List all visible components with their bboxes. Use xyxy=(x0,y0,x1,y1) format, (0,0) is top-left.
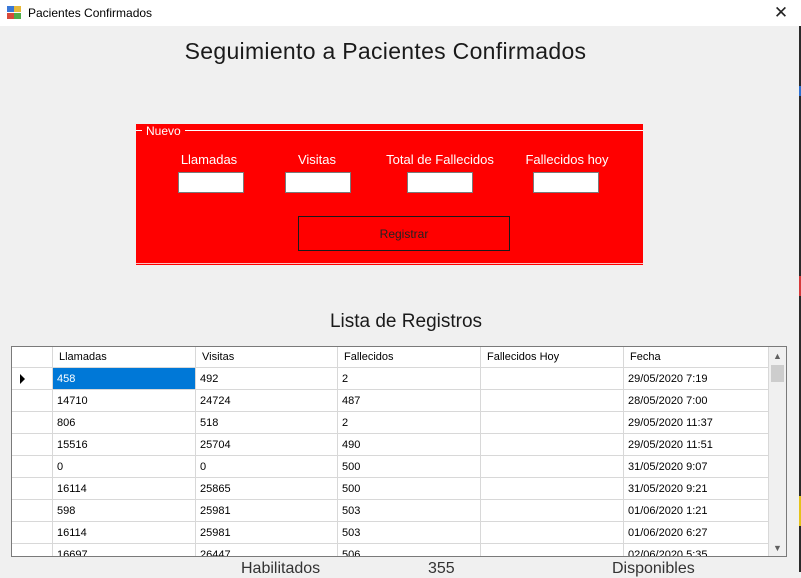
table-cell[interactable]: 29/05/2020 11:51 xyxy=(624,434,769,456)
register-button[interactable]: Registrar xyxy=(298,216,510,251)
list-title: Lista de Registros xyxy=(329,311,483,332)
column-header[interactable]: Fecha xyxy=(624,347,769,368)
table-cell[interactable]: 31/05/2020 9:21 xyxy=(624,478,769,500)
table-cell[interactable]: 503 xyxy=(338,522,481,544)
row-header[interactable] xyxy=(12,544,53,556)
table-cell[interactable]: 458 xyxy=(53,368,196,390)
column-header[interactable]: Fallecidos Hoy xyxy=(481,347,624,368)
scroll-down-icon[interactable]: ▼ xyxy=(769,539,786,556)
row-header[interactable] xyxy=(12,456,53,478)
row-header[interactable] xyxy=(12,368,53,390)
title-bar: Pacientes Confirmados ✕ xyxy=(0,0,801,26)
table-cell[interactable]: 01/06/2020 1:21 xyxy=(624,500,769,522)
table-cell[interactable] xyxy=(481,412,624,434)
row-header[interactable] xyxy=(12,522,53,544)
new-entry-group: Nuevo Llamadas Visitas Total de Fallecid… xyxy=(136,124,643,265)
records-grid[interactable]: Llamadas Visitas Fallecidos Fallecidos H… xyxy=(11,346,787,557)
table-cell[interactable] xyxy=(481,522,624,544)
table-cell[interactable] xyxy=(481,500,624,522)
table-cell[interactable]: 25981 xyxy=(196,522,338,544)
table-cell[interactable] xyxy=(481,368,624,390)
row-header[interactable] xyxy=(12,478,53,500)
table-cell[interactable]: 14710 xyxy=(53,390,196,412)
behind-label-habilitados: Habilitados xyxy=(241,560,321,577)
table-cell[interactable]: 15516 xyxy=(53,434,196,456)
row-pointer-icon xyxy=(20,374,25,384)
table-cell[interactable]: 24724 xyxy=(196,390,338,412)
table-cell[interactable] xyxy=(481,390,624,412)
table-cell[interactable]: 503 xyxy=(338,500,481,522)
llamadas-label: Llamadas xyxy=(180,152,238,167)
table-cell[interactable]: 492 xyxy=(196,368,338,390)
table-cell[interactable] xyxy=(481,456,624,478)
table-cell[interactable]: 0 xyxy=(196,456,338,478)
table-cell[interactable]: 500 xyxy=(338,478,481,500)
table-cell[interactable]: 2 xyxy=(338,412,481,434)
table-cell[interactable]: 29/05/2020 7:19 xyxy=(624,368,769,390)
group-legend: Nuevo xyxy=(142,124,185,138)
header-corner xyxy=(12,347,53,368)
llamadas-input[interactable] xyxy=(178,172,244,193)
table-cell[interactable] xyxy=(481,544,624,556)
window-title: Pacientes Confirmados xyxy=(28,6,153,20)
vertical-scrollbar[interactable]: ▲ ▼ xyxy=(769,347,786,556)
table-cell[interactable]: 25865 xyxy=(196,478,338,500)
behind-value: 355 xyxy=(428,560,455,577)
table-cell[interactable]: 487 xyxy=(338,390,481,412)
table-cell[interactable] xyxy=(481,478,624,500)
fallecidos-hoy-label: Fallecidos hoy xyxy=(525,152,609,167)
table-cell[interactable]: 02/06/2020 5:35 xyxy=(624,544,769,556)
total-fallecidos-input[interactable] xyxy=(407,172,473,193)
table-cell[interactable]: 0 xyxy=(53,456,196,478)
table-cell[interactable]: 490 xyxy=(338,434,481,456)
table-cell[interactable]: 25704 xyxy=(196,434,338,456)
table-cell[interactable]: 16697 xyxy=(53,544,196,556)
table-cell[interactable]: 01/06/2020 6:27 xyxy=(624,522,769,544)
table-cell[interactable]: 518 xyxy=(196,412,338,434)
page-title: Seguimiento a Pacientes Confirmados xyxy=(184,38,587,64)
table-cell[interactable]: 506 xyxy=(338,544,481,556)
table-cell[interactable]: 598 xyxy=(53,500,196,522)
scroll-up-icon[interactable]: ▲ xyxy=(769,347,786,364)
row-header[interactable] xyxy=(12,390,53,412)
table-cell[interactable]: 25981 xyxy=(196,500,338,522)
table-cell[interactable] xyxy=(481,434,624,456)
table-cell[interactable]: 29/05/2020 11:37 xyxy=(624,412,769,434)
row-header[interactable] xyxy=(12,434,53,456)
column-header[interactable]: Llamadas xyxy=(53,347,196,368)
table-cell[interactable]: 2 xyxy=(338,368,481,390)
close-icon[interactable]: ✕ xyxy=(761,0,801,26)
table-cell[interactable]: 16114 xyxy=(53,522,196,544)
table-cell[interactable]: 806 xyxy=(53,412,196,434)
visitas-input[interactable] xyxy=(285,172,351,193)
table-cell[interactable]: 28/05/2020 7:00 xyxy=(624,390,769,412)
table-cell[interactable]: 31/05/2020 9:07 xyxy=(624,456,769,478)
behind-label-disponibles: Disponibles xyxy=(612,560,695,577)
row-header[interactable] xyxy=(12,412,53,434)
column-header[interactable]: Visitas xyxy=(196,347,338,368)
column-header[interactable]: Fallecidos xyxy=(338,347,481,368)
scroll-thumb[interactable] xyxy=(771,365,784,382)
total-fallecidos-label: Total de Fallecidos xyxy=(386,152,494,167)
row-header[interactable] xyxy=(12,500,53,522)
visitas-label: Visitas xyxy=(297,152,337,167)
table-cell[interactable]: 500 xyxy=(338,456,481,478)
fallecidos-hoy-input[interactable] xyxy=(533,172,599,193)
table-cell[interactable]: 26447 xyxy=(196,544,338,556)
app-window-icon xyxy=(7,6,21,19)
table-cell[interactable]: 16114 xyxy=(53,478,196,500)
